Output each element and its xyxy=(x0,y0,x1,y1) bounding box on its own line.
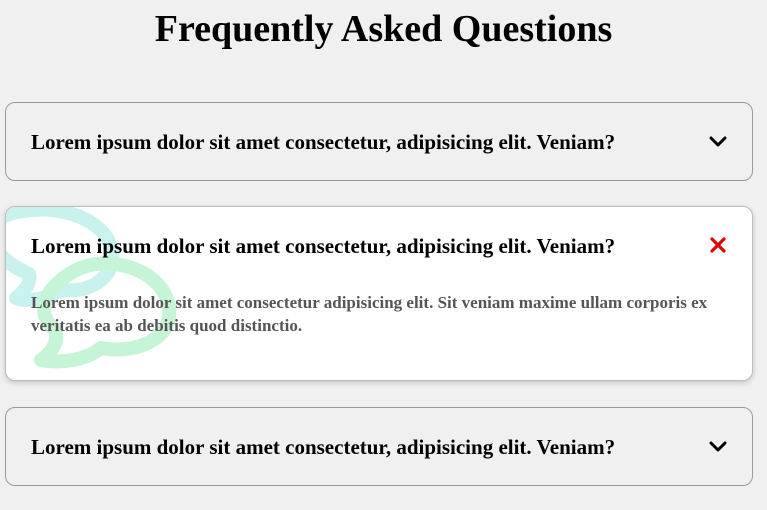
faq-question: Lorem ipsum dolor sit amet consectetur, … xyxy=(31,130,616,154)
close-icon xyxy=(710,237,726,253)
faq-answer: Lorem ipsum dolor sit amet consectetur a… xyxy=(31,293,708,335)
page-title: Frequently Asked Questions xyxy=(154,8,613,50)
faq-question: Lorem ipsum dolor sit amet consectetur, … xyxy=(31,435,616,459)
faq-item-active[interactable]: Lorem ipsum dolor sit amet consectetur, … xyxy=(5,206,753,381)
chevron-down-icon xyxy=(709,441,727,452)
faq-item[interactable]: Lorem ipsum dolor sit amet consectetur, … xyxy=(5,102,753,181)
faq-item[interactable]: Lorem ipsum dolor sit amet consectetur, … xyxy=(5,407,753,486)
faq-toggle-button[interactable] xyxy=(704,231,732,259)
faq-question: Lorem ipsum dolor sit amet consectetur, … xyxy=(31,234,616,258)
faq-toggle-button[interactable] xyxy=(704,433,732,461)
faq-toggle-button[interactable] xyxy=(704,128,732,156)
chevron-down-icon xyxy=(709,136,727,147)
